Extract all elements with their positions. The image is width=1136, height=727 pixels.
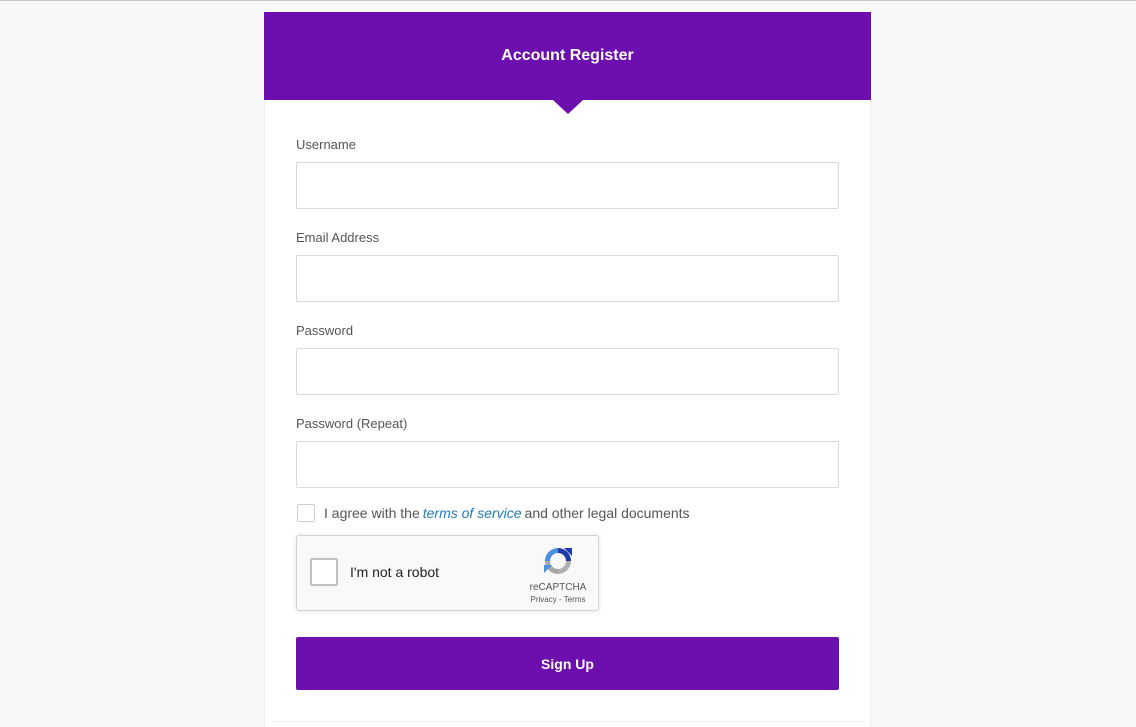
recaptcha-label: I'm not a robot (350, 564, 440, 580)
username-label: Username (296, 137, 356, 152)
terms-text-suffix: and other legal documents (524, 505, 690, 521)
top-divider (0, 0, 1136, 1)
recaptcha-widget: I'm not a robot reCAPTCHA Privacy - Term… (296, 535, 599, 611)
password-label: Password (296, 323, 354, 338)
card-bottom-divider (272, 721, 865, 722)
register-card: Account Register Username Email Address … (264, 12, 871, 727)
terms-checkbox[interactable] (297, 504, 315, 522)
password-input[interactable] (296, 348, 839, 395)
email-input[interactable] (296, 255, 839, 302)
terms-of-service-link[interactable]: terms of service (423, 505, 522, 521)
email-label: Email Address (296, 230, 380, 245)
page-title: Account Register (501, 47, 634, 64)
recaptcha-logo-icon (544, 548, 572, 574)
recaptcha-privacy-terms-links[interactable]: Privacy - Terms (513, 595, 603, 604)
header-pointer-icon (553, 100, 583, 114)
card-header: Account Register (264, 12, 871, 100)
recaptcha-checkbox[interactable] (310, 558, 338, 586)
terms-text-prefix: I agree with the (324, 505, 420, 521)
username-input[interactable] (296, 162, 839, 209)
password-repeat-label: Password (Repeat) (296, 416, 408, 431)
password-repeat-input[interactable] (296, 441, 839, 488)
sign-up-button[interactable]: Sign Up (296, 637, 839, 690)
recaptcha-brand: reCAPTCHA (529, 582, 587, 593)
terms-agreement-row: I agree with the terms of service and ot… (297, 503, 690, 523)
